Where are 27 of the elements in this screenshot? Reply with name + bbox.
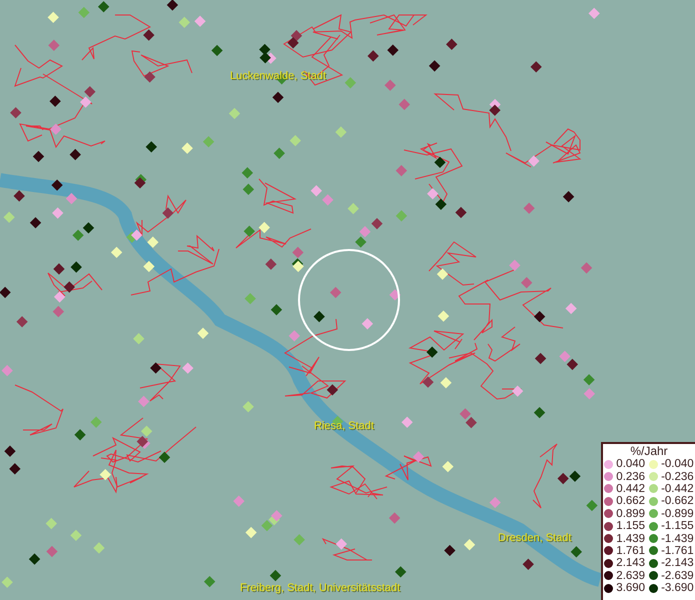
place-label: Riesa, Stadt bbox=[314, 420, 374, 432]
legend-label: 1.761 bbox=[616, 544, 646, 557]
legend-label: -0.662 bbox=[661, 495, 694, 508]
legend-label: -0.040 bbox=[661, 458, 694, 470]
legend-label: -3.690 bbox=[661, 582, 694, 594]
legend-label: 2.143 bbox=[616, 557, 646, 570]
legend-label: 0.442 bbox=[616, 482, 646, 495]
place-label: Freiberg, Stadt, Universitätsstadt bbox=[240, 582, 400, 594]
legend-label: 1.439 bbox=[616, 532, 646, 545]
legend-label: -1.439 bbox=[661, 532, 694, 545]
legend-label: 2.639 bbox=[616, 570, 646, 582]
legend-title: %/Jahr bbox=[630, 444, 668, 458]
legend-label: 0.040 bbox=[616, 458, 646, 470]
legend-label: -2.143 bbox=[661, 557, 694, 570]
legend-label: 0.236 bbox=[616, 470, 646, 483]
legend-label: -1.155 bbox=[661, 520, 694, 532]
legend-label: 3.690 bbox=[616, 582, 646, 594]
legend-label: -2.639 bbox=[661, 570, 694, 582]
legend-label: -0.236 bbox=[661, 470, 694, 483]
legend-label: 1.155 bbox=[616, 520, 646, 532]
legend-label: -0.442 bbox=[661, 482, 694, 495]
legend-label: 0.899 bbox=[616, 508, 646, 520]
legend-label: -1.761 bbox=[661, 544, 694, 557]
legend-label: 0.662 bbox=[616, 495, 646, 508]
place-label: Dresden, Stadt bbox=[498, 532, 572, 544]
map-view[interactable] bbox=[0, 0, 695, 600]
legend-label: -0.899 bbox=[661, 508, 694, 520]
